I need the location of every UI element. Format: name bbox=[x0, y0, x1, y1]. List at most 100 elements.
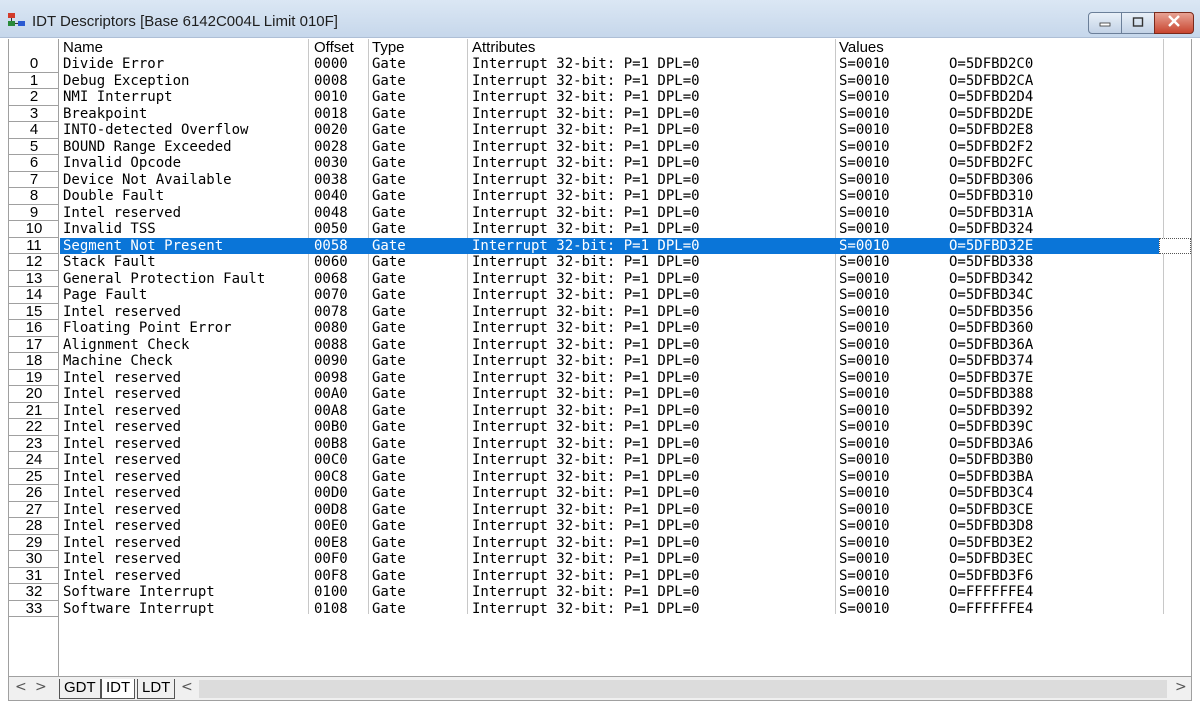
cell-name: NMI Interrupt bbox=[63, 89, 173, 105]
chevron-right-icon[interactable]: > bbox=[35, 679, 47, 695]
table-row[interactable]: 7 Device Not Available 0038 Gate Interrupt 3… bbox=[9, 171, 1191, 189]
horizontal-scrollbar-thumb[interactable] bbox=[199, 680, 1167, 698]
column-header-name[interactable]: Name bbox=[63, 39, 103, 56]
descriptor-table[interactable]: Name Offset Type Attributes Values 0 Divi… bbox=[8, 39, 1192, 677]
row-number[interactable]: 25 bbox=[9, 468, 59, 486]
table-row[interactable]: 11 Segment Not Present 0058 Gate Interrupt 3… bbox=[9, 237, 1191, 255]
table-row[interactable]: 9 Intel reserved 0048 Gate Interrupt 32-bit:… bbox=[9, 204, 1191, 222]
cell-attributes: Interrupt 32-bit: P=1 DPL=0 bbox=[472, 188, 700, 204]
table-row[interactable]: 33 Software Interrupt 0108 Gate Interrupt 32… bbox=[9, 600, 1191, 618]
table-row[interactable]: 14 Page Fault 0070 Gate Interrupt 32-bit: P=… bbox=[9, 286, 1191, 304]
table-row[interactable]: 17 Alignment Check 0088 Gate Interrupt 32-bi… bbox=[9, 336, 1191, 354]
row-number[interactable]: 17 bbox=[9, 336, 59, 354]
table-row[interactable]: 5 BOUND Range Exceeded 0028 Gate Interrupt 3… bbox=[9, 138, 1191, 156]
cell-offset: 0028 bbox=[314, 138, 348, 155]
row-number[interactable]: 15 bbox=[9, 303, 59, 321]
table-row[interactable]: 24 Intel reserved 00C0 Gate Interrupt 32-bit… bbox=[9, 451, 1191, 469]
row-number[interactable]: 33 bbox=[9, 600, 59, 618]
cell-selector: S=0010 bbox=[839, 254, 890, 270]
row-number[interactable]: 32 bbox=[9, 583, 59, 601]
maximize-button[interactable] bbox=[1121, 12, 1155, 34]
row-number[interactable]: 8 bbox=[9, 187, 59, 205]
table-row[interactable]: 18 Machine Check 0090 Gate Interrupt 32-bit:… bbox=[9, 352, 1191, 370]
table-row[interactable]: 15 Intel reserved 0078 Gate Interrupt 32-bit… bbox=[9, 303, 1191, 321]
tab-ldt[interactable]: LDT bbox=[137, 679, 176, 699]
minimize-button[interactable] bbox=[1088, 12, 1122, 34]
table-row[interactable]: 28 Intel reserved 00E0 Gate Interrupt 32-bit… bbox=[9, 517, 1191, 535]
table-row[interactable]: 29 Intel reserved 00E8 Gate Interrupt 32-bit… bbox=[9, 534, 1191, 552]
row-number[interactable]: 24 bbox=[9, 451, 59, 469]
table-row[interactable]: 23 Intel reserved 00B8 Gate Interrupt 32-bit… bbox=[9, 435, 1191, 453]
chevron-left-icon[interactable]: < bbox=[15, 679, 27, 695]
cell-type: Gate bbox=[372, 402, 406, 419]
row-number[interactable]: 31 bbox=[9, 567, 59, 585]
scroll-left-icon[interactable]: < bbox=[181, 679, 193, 695]
table-row[interactable]: 25 Intel reserved 00C8 Gate Interrupt 32-bit… bbox=[9, 468, 1191, 486]
tab-gdt[interactable]: GDT bbox=[59, 679, 101, 699]
table-row[interactable]: 2 NMI Interrupt 0010 Gate Interrupt 32-bit: … bbox=[9, 88, 1191, 106]
row-number[interactable]: 13 bbox=[9, 270, 59, 288]
cell-type: Gate bbox=[372, 105, 406, 122]
table-row[interactable]: 22 Intel reserved 00B0 Gate Interrupt 32-bit… bbox=[9, 418, 1191, 436]
column-header-values[interactable]: Values bbox=[839, 39, 884, 56]
cell-selector: S=0010 bbox=[839, 336, 890, 353]
row-number[interactable]: 12 bbox=[9, 253, 59, 271]
row-number[interactable]: 28 bbox=[9, 517, 59, 535]
column-header-offset[interactable]: Offset bbox=[314, 39, 354, 56]
row-number[interactable]: 27 bbox=[9, 501, 59, 519]
row-number[interactable]: 3 bbox=[9, 105, 59, 123]
row-number[interactable]: 21 bbox=[9, 402, 59, 420]
table-row[interactable]: 30 Intel reserved 00F0 Gate Interrupt 32-bit… bbox=[9, 550, 1191, 568]
row-number[interactable]: 9 bbox=[9, 204, 59, 222]
cell-name: Page Fault bbox=[63, 287, 148, 303]
cell-offset-value: O=5DFBD342 bbox=[949, 270, 1034, 287]
row-number[interactable]: 10 bbox=[9, 220, 59, 238]
row-number[interactable]: 0 bbox=[9, 55, 59, 73]
row-number[interactable]: 6 bbox=[9, 154, 59, 172]
scroll-right-icon[interactable]: > bbox=[1175, 679, 1187, 695]
table-row[interactable]: 6 Invalid Opcode 0030 Gate Interrupt 32-bit:… bbox=[9, 154, 1191, 172]
table-row[interactable]: 27 Intel reserved 00D8 Gate Interrupt 32-bit… bbox=[9, 501, 1191, 519]
row-number[interactable]: 7 bbox=[9, 171, 59, 189]
row-number[interactable]: 23 bbox=[9, 435, 59, 453]
column-header-attributes[interactable]: Attributes bbox=[472, 39, 535, 56]
table-row[interactable]: 0 Divide Error 0000 Gate Interrupt 32-bit: P… bbox=[9, 55, 1191, 73]
row-number[interactable]: 1 bbox=[9, 72, 59, 90]
table-row[interactable]: 10 Invalid TSS 0050 Gate Interrupt 32-bit: P… bbox=[9, 220, 1191, 238]
row-number[interactable]: 5 bbox=[9, 138, 59, 156]
row-number[interactable]: 14 bbox=[9, 286, 59, 304]
table-row[interactable]: 13 General Protection Fault 0068 Gate Interr… bbox=[9, 270, 1191, 288]
row-number[interactable]: 2 bbox=[9, 88, 59, 106]
table-row[interactable]: 3 Breakpoint 0018 Gate Interrupt 32-bit: P=1… bbox=[9, 105, 1191, 123]
row-number[interactable]: 26 bbox=[9, 484, 59, 502]
table-row[interactable]: 8 Double Fault 0040 Gate Interrupt 32-bit: P… bbox=[9, 187, 1191, 205]
tab-idt[interactable]: IDT bbox=[101, 679, 136, 699]
title-bar[interactable]: IDT Descriptors [Base 6142C004L Limit 01… bbox=[0, 0, 1200, 38]
column-header-type[interactable]: Type bbox=[372, 39, 405, 56]
row-number[interactable]: 20 bbox=[9, 385, 59, 403]
table-row[interactable]: 19 Intel reserved 0098 Gate Interrupt 32-bit… bbox=[9, 369, 1191, 387]
cell-name: Stack Fault bbox=[63, 254, 156, 270]
row-number[interactable]: 30 bbox=[9, 550, 59, 568]
cell-attributes: Interrupt 32-bit: P=1 DPL=0 bbox=[472, 584, 700, 600]
row-number[interactable]: 11 bbox=[9, 237, 59, 255]
row-number[interactable]: 16 bbox=[9, 319, 59, 337]
table-row[interactable]: 21 Intel reserved 00A8 Gate Interrupt 32-bit… bbox=[9, 402, 1191, 420]
table-row[interactable]: 4 INTO-detected Overflow 0020 Gate Interrupt… bbox=[9, 121, 1191, 139]
row-number[interactable]: 22 bbox=[9, 418, 59, 436]
row-number[interactable]: 18 bbox=[9, 352, 59, 370]
row-number[interactable]: 19 bbox=[9, 369, 59, 387]
table-row[interactable]: 31 Intel reserved 00F8 Gate Interrupt 32-bit… bbox=[9, 567, 1191, 585]
close-button[interactable] bbox=[1154, 12, 1194, 34]
table-row[interactable]: 16 Floating Point Error 0080 Gate Interrupt … bbox=[9, 319, 1191, 337]
cell-type: Gate bbox=[372, 188, 406, 204]
cell-offset-value: O=FFFFFFE4 bbox=[949, 600, 1034, 617]
row-number[interactable]: 29 bbox=[9, 534, 59, 552]
table-row[interactable]: 12 Stack Fault 0060 Gate Interrupt 32-bit: P… bbox=[9, 253, 1191, 271]
table-row[interactable]: 20 Intel reserved 00A0 Gate Interrupt 32-bit… bbox=[9, 385, 1191, 403]
row-number[interactable]: 4 bbox=[9, 121, 59, 139]
table-row[interactable]: 26 Intel reserved 00D0 Gate Interrupt 32-bit… bbox=[9, 484, 1191, 502]
table-row[interactable]: 1 Debug Exception 0008 Gate Interrupt 32-bit… bbox=[9, 72, 1191, 90]
window-controls bbox=[1088, 12, 1194, 34]
table-row[interactable]: 32 Software Interrupt 0100 Gate Interrupt 32… bbox=[9, 583, 1191, 601]
